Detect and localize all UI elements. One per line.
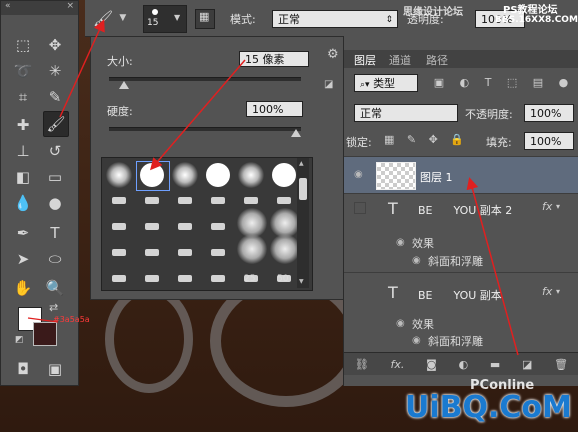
uibq-watermark: UiBQ.CoM	[405, 390, 572, 425]
annotation-arrow	[27, 317, 59, 323]
annotation-arrow	[150, 59, 246, 171]
annotation-arrow	[59, 19, 105, 118]
annotation-arrow	[466, 177, 519, 356]
annotation-arrows	[27, 19, 519, 356]
